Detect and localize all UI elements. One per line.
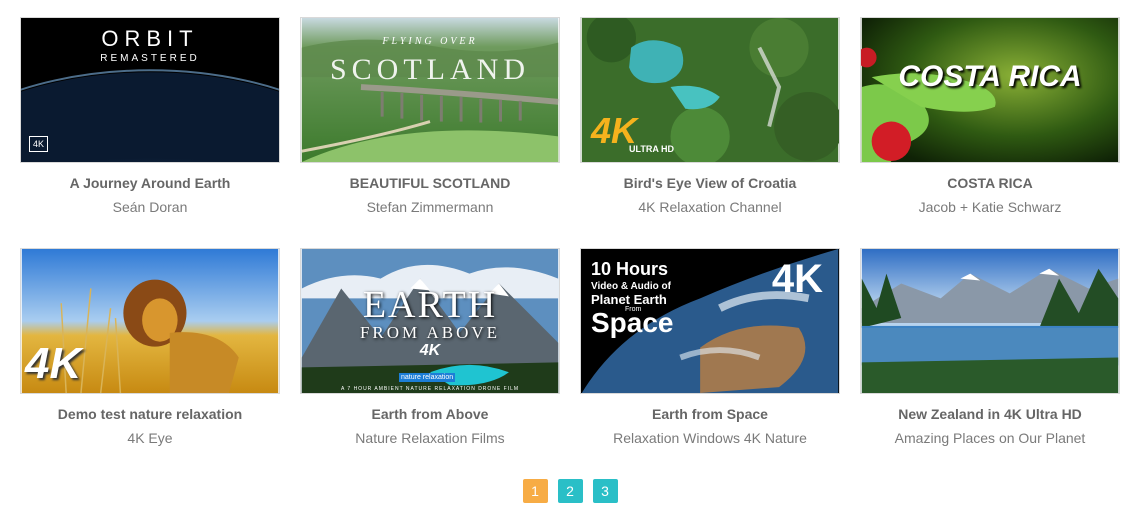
video-card[interactable]: COSTA RICA COSTA RICA Jacob + Katie Schw… <box>860 17 1120 232</box>
video-thumbnail[interactable]: COSTA RICA <box>860 17 1120 163</box>
video-title[interactable]: Demo test nature relaxation <box>20 406 280 422</box>
overlay-footer: A 7 HOUR AMBIENT NATURE RELAXATION DRONE… <box>340 386 520 392</box>
video-author: 4K Relaxation Channel <box>638 199 782 215</box>
overlay-title: SCOTLAND <box>329 53 530 86</box>
brand-logo: nature relaxation <box>399 373 456 382</box>
video-title[interactable]: A Journey Around Earth <box>20 175 280 191</box>
video-grid: ORBIT REMASTERED 4K A Journey Around Ear… <box>20 17 1120 463</box>
video-card[interactable]: FLYING OVER SCOTLAND BEAUTIFUL SCOTLAND … <box>300 17 560 232</box>
overlay-subtitle: FLYING OVER <box>382 36 478 47</box>
video-thumbnail[interactable] <box>860 248 1120 394</box>
video-card[interactable]: 4K ULTRA HD Bird's Eye View of Croatia 4… <box>580 17 840 232</box>
video-title[interactable]: BEAUTIFUL SCOTLAND <box>300 175 560 191</box>
video-title[interactable]: Bird's Eye View of Croatia <box>580 175 840 191</box>
overlay-subtitle: FROM ABOVE <box>359 323 501 342</box>
overlay-subtitle: Video & Audio of <box>591 281 671 292</box>
pagination: 1 2 3 <box>0 479 1140 503</box>
video-card[interactable]: EARTH FROM ABOVE 4K nature relaxation A … <box>300 248 560 463</box>
video-thumbnail[interactable]: FLYING OVER SCOTLAND <box>300 17 560 163</box>
page-button-1[interactable]: 1 <box>522 479 548 503</box>
4k-badge: 4K <box>419 342 441 359</box>
video-author: Seán Doran <box>112 199 188 215</box>
video-title[interactable]: Earth from Above <box>300 406 560 422</box>
video-author: Jacob + Katie Schwarz <box>918 199 1062 215</box>
overlay-title: EARTH <box>362 284 498 326</box>
video-author: Relaxation Windows 4K Nature <box>613 430 807 446</box>
4k-logo: 4K <box>25 339 82 388</box>
overlay-title: COSTA RICA <box>898 60 1082 93</box>
ultra-hd-label: ULTRA HD <box>629 144 674 154</box>
video-author: Amazing Places on Our Planet <box>894 430 1086 446</box>
video-thumbnail[interactable]: 4K ULTRA HD <box>580 17 840 163</box>
overlay-title: 10 Hours <box>591 259 669 279</box>
4k-badge: 4K <box>29 136 49 152</box>
4k-badge: 4K <box>771 257 823 301</box>
video-author: Nature Relaxation Films <box>355 430 505 446</box>
video-thumbnail[interactable]: ORBIT REMASTERED 4K <box>20 17 280 163</box>
video-title[interactable]: Earth from Space <box>580 406 840 422</box>
video-thumbnail[interactable]: 4K <box>20 248 280 394</box>
video-title[interactable]: New Zealand in 4K Ultra HD <box>860 406 1120 422</box>
page-button-3[interactable]: 3 <box>592 479 618 503</box>
video-card[interactable]: ORBIT REMASTERED 4K A Journey Around Ear… <box>20 17 280 232</box>
video-author: 4K Eye <box>127 430 173 446</box>
overlay-space: Space <box>591 307 674 338</box>
overlay-subtitle: REMASTERED <box>100 53 200 64</box>
overlay-title: ORBIT <box>101 26 199 51</box>
video-title[interactable]: COSTA RICA <box>860 175 1120 191</box>
video-card[interactable]: New Zealand in 4K Ultra HD Amazing Place… <box>860 248 1120 463</box>
video-thumbnail[interactable]: EARTH FROM ABOVE 4K nature relaxation A … <box>300 248 560 394</box>
video-thumbnail[interactable]: 10 Hours Video & Audio of Planet Earth F… <box>580 248 840 394</box>
video-author: Stefan Zimmermann <box>366 199 494 215</box>
video-card[interactable]: 10 Hours Video & Audio of Planet Earth F… <box>580 248 840 463</box>
overlay-subtitle-2: Planet Earth <box>591 292 667 307</box>
video-card[interactable]: 4K Demo test nature relaxation 4K Eye <box>20 248 280 463</box>
page-button-2[interactable]: 2 <box>557 479 583 503</box>
new-zealand-lake-image <box>861 249 1119 393</box>
